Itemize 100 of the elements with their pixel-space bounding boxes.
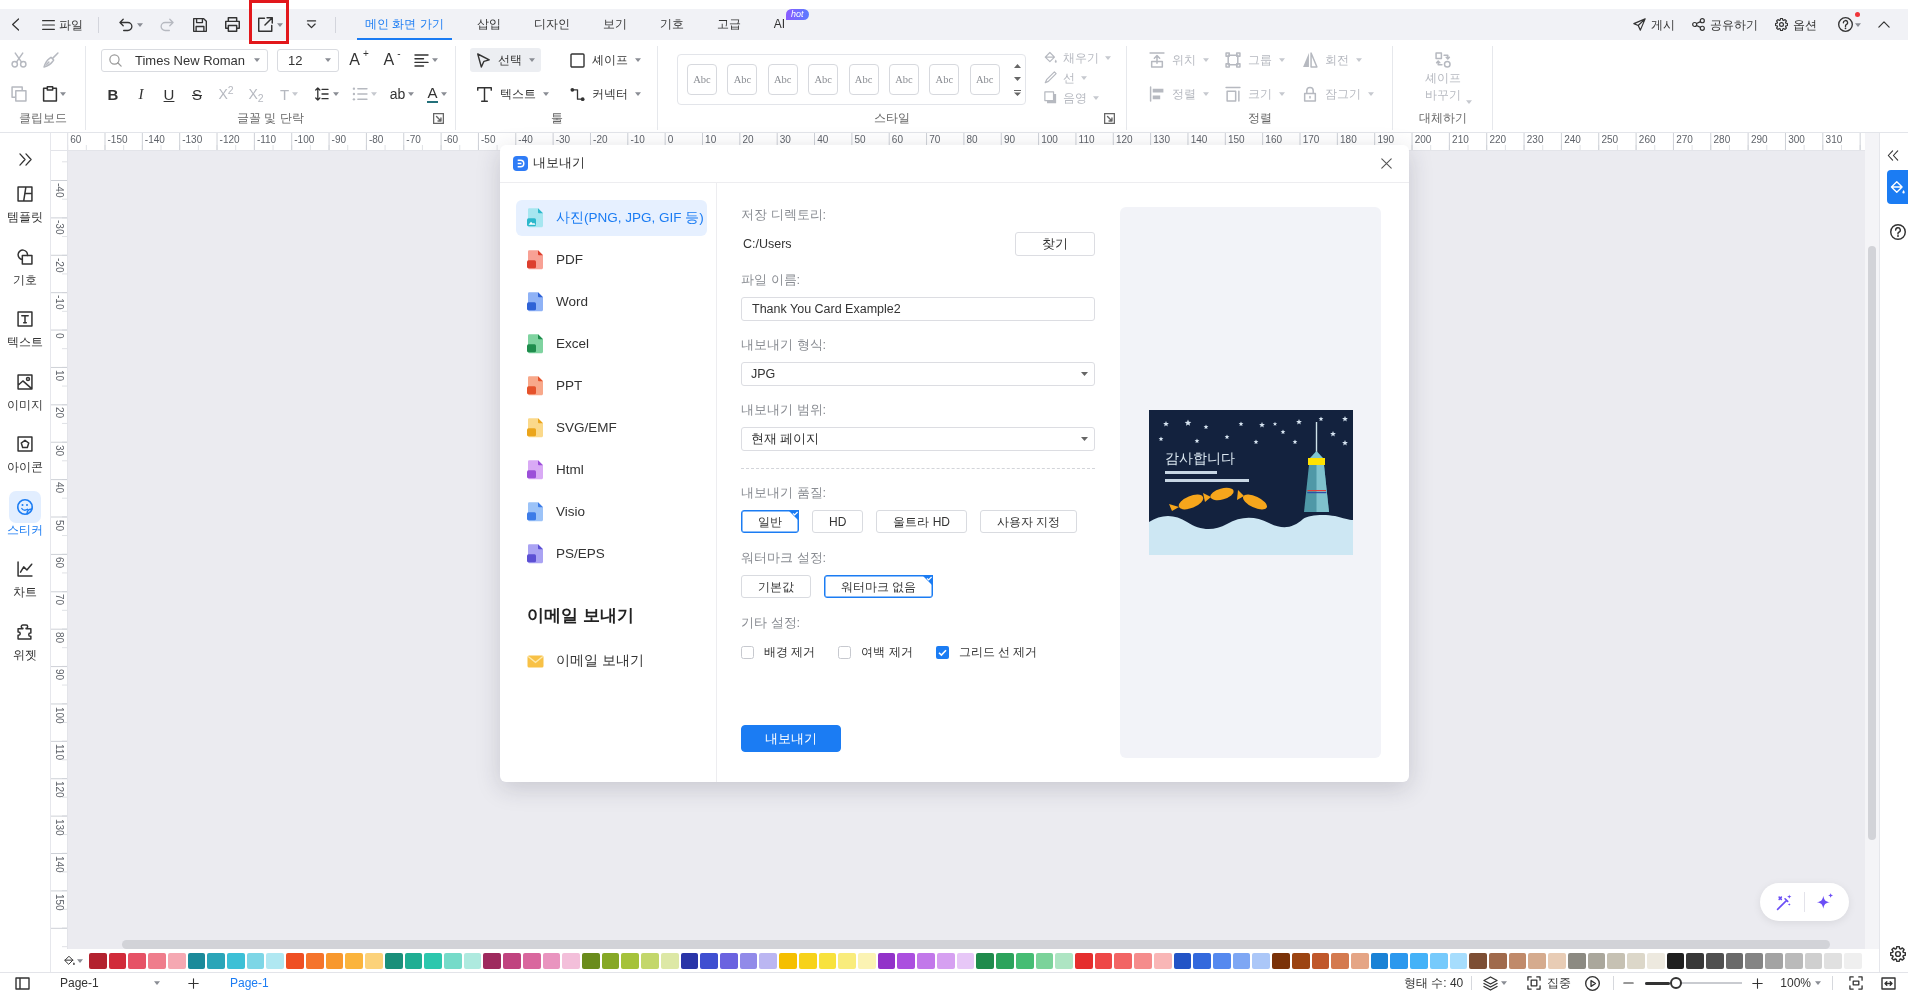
sidebar-item[interactable]: 텍스트	[2, 303, 48, 349]
format-item[interactable]: Excel	[516, 326, 707, 362]
swatch-icon[interactable]	[503, 952, 521, 969]
layers-button[interactable]	[1483, 973, 1508, 993]
swatch-icon[interactable]	[207, 952, 226, 969]
scroll-up-icon[interactable]	[1014, 63, 1021, 68]
swatch-icon[interactable]	[1291, 952, 1310, 969]
swatch-icon[interactable]	[601, 952, 620, 969]
decrease-font-button[interactable]: A$^{-}$	[383, 48, 401, 72]
checkbox[interactable]	[838, 645, 852, 659]
format-select[interactable]: JPG	[741, 362, 1095, 386]
swatch-icon[interactable]	[1252, 952, 1271, 969]
swatch-icon[interactable]	[1114, 952, 1133, 969]
swatch-icon[interactable]	[680, 952, 699, 969]
swatch-icon[interactable]	[148, 952, 166, 969]
magic-wand-button[interactable]	[1775, 893, 1793, 911]
swatch-icon[interactable]	[1232, 952, 1251, 969]
checkbox[interactable]	[741, 645, 754, 659]
swatch-icon[interactable]	[1567, 952, 1586, 969]
swatch-icon[interactable]	[483, 952, 502, 969]
horizontal-scrollbar[interactable]	[122, 940, 1830, 949]
quality-option[interactable]: HD	[812, 510, 864, 533]
swatch-icon[interactable]	[976, 952, 995, 969]
style-swatch[interactable]: Abc	[808, 64, 839, 95]
select-button[interactable]: 선택	[470, 48, 541, 72]
swatch-icon[interactable]	[1607, 952, 1626, 969]
swatch-icon[interactable]	[897, 952, 916, 969]
italic-button[interactable]: I	[128, 82, 154, 106]
swatch-icon[interactable]	[621, 952, 640, 969]
format-item[interactable]: PDF	[516, 242, 707, 278]
swatch-icon[interactable]	[108, 952, 127, 969]
export-button[interactable]: 내보내기	[741, 725, 841, 752]
menu-tab[interactable]: 보기	[594, 9, 635, 40]
help-button[interactable]	[1889, 223, 1907, 241]
increase-font-button[interactable]: A$^{+}$	[350, 48, 368, 72]
swatch-icon[interactable]	[266, 952, 285, 969]
sparkle-button[interactable]	[1815, 893, 1834, 911]
swatch-icon[interactable]	[167, 952, 186, 969]
swatch-icon[interactable]	[1725, 952, 1744, 969]
swatch-icon[interactable]	[1765, 952, 1783, 969]
strikethrough-button[interactable]: S	[184, 82, 210, 106]
shape-button[interactable]: 셰이프	[564, 48, 647, 72]
swatch-icon[interactable]	[917, 952, 935, 969]
swatch-icon[interactable]	[1745, 952, 1764, 969]
style-swatch[interactable]: Abc	[929, 64, 960, 95]
swatch-icon[interactable]	[798, 952, 817, 969]
font-family-select[interactable]: Times New Roman	[101, 48, 268, 72]
swatch-icon[interactable]	[581, 952, 600, 969]
swatch-icon[interactable]	[936, 952, 955, 969]
bold-button[interactable]: B	[100, 82, 126, 106]
scroll-down-icon[interactable]	[1014, 76, 1021, 81]
dialog-launcher-icon[interactable]	[1104, 112, 1115, 124]
swatch-icon[interactable]	[1153, 952, 1172, 969]
swatch-icon[interactable]	[1449, 952, 1468, 969]
swatch-icon[interactable]	[1173, 952, 1192, 969]
swatch-icon[interactable]	[1824, 952, 1842, 969]
swatch-icon[interactable]	[1804, 952, 1823, 969]
swatch-icon[interactable]	[1489, 952, 1507, 969]
swatch-icon[interactable]	[128, 952, 147, 969]
swatch-icon[interactable]	[1074, 952, 1093, 969]
focus-button[interactable]: 집중	[1527, 973, 1572, 993]
format-item[interactable]: PPT	[516, 368, 707, 404]
swatch-icon[interactable]	[1015, 952, 1034, 969]
swatch-icon[interactable]	[384, 952, 403, 969]
swatch-icon[interactable]	[1646, 952, 1665, 969]
sidebar-item[interactable]: 스티커	[2, 490, 48, 537]
menu-tab[interactable]: 삽입	[468, 9, 509, 40]
swatch-icon[interactable]	[325, 952, 344, 969]
swatch-icon[interactable]	[1311, 952, 1330, 969]
format-item[interactable]: 사진(PNG, JPG, GIF 등)	[516, 200, 707, 236]
swatch-icon[interactable]	[779, 952, 797, 969]
swatch-icon[interactable]	[1212, 952, 1231, 969]
checkbox[interactable]	[935, 645, 949, 659]
file-name-field[interactable]: Thank You Card Example2	[741, 297, 1095, 321]
zoom-select[interactable]: 100%	[1780, 973, 1821, 993]
swatch-icon[interactable]	[1370, 952, 1389, 969]
fit-page-button[interactable]	[1849, 973, 1863, 993]
swatch-icon[interactable]	[1508, 952, 1527, 969]
sidebar-item[interactable]: 아이콘	[2, 428, 48, 474]
swatch-icon[interactable]	[1627, 952, 1645, 969]
font-size-select[interactable]: 12	[277, 48, 339, 72]
case-button[interactable]: ab	[384, 82, 420, 106]
swatch-icon[interactable]	[227, 952, 245, 969]
swatch-icon[interactable]	[562, 952, 580, 969]
swatch-icon[interactable]	[660, 952, 679, 969]
swatch-icon[interactable]	[700, 952, 718, 969]
swatch-icon[interactable]	[1528, 952, 1547, 969]
swatch-icon[interactable]	[1705, 952, 1724, 969]
dialog-launcher-icon[interactable]	[433, 112, 444, 124]
share-button[interactable]: 공유하기	[1692, 9, 1758, 40]
settings-button[interactable]	[1889, 945, 1907, 963]
quality-option[interactable]: 사용자 지정	[980, 510, 1078, 533]
menu-tab[interactable]: 고급	[708, 9, 749, 40]
swatch-icon[interactable]	[1784, 952, 1803, 969]
swatch-icon[interactable]	[1390, 952, 1409, 969]
page-tab[interactable]: Page-1	[230, 973, 269, 993]
menu-tab[interactable]: AI hot	[765, 9, 817, 40]
sidebar-item[interactable]: 차트	[2, 553, 48, 599]
format-item[interactable]: Word	[516, 284, 707, 320]
format-item[interactable]: Visio	[516, 494, 707, 530]
